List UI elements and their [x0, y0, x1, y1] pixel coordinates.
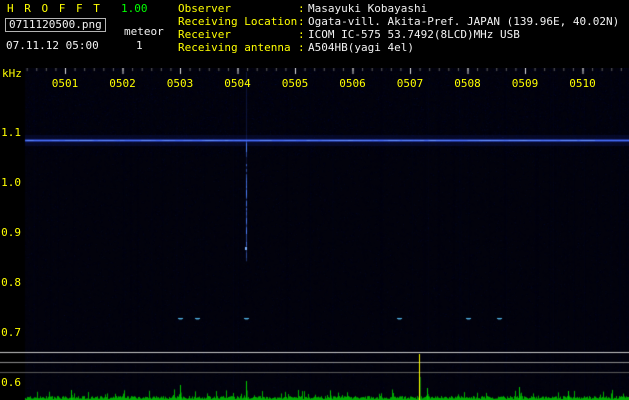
info-value: ICOM IC-575 53.7492(8LCD)MHz USB: [308, 28, 520, 41]
time-tick-label: 0505: [281, 77, 309, 90]
freq-tick-label: 0.7: [1, 326, 21, 339]
freq-tick-label: 0.9: [1, 226, 21, 239]
app-version: 1.00: [121, 2, 148, 15]
output-filename: 0711120500.png: [5, 18, 106, 32]
info-label: Observer: [178, 2, 231, 15]
hrofft-output-window: H R O F F T 1.00 0711120500.png meteor 0…: [0, 0, 629, 400]
info-label: Receiving antenna: [178, 41, 291, 54]
time-tick-label: 0506: [339, 77, 366, 90]
info-separator: :: [298, 15, 305, 28]
info-row-antenna: Receiving antenna: A504HB(yagi 4el): [178, 42, 619, 55]
info-value: Masayuki Kobayashi: [308, 2, 428, 15]
info-separator: :: [298, 28, 305, 41]
mode-label: meteor: [124, 25, 164, 38]
time-tick-label: 0509: [511, 77, 539, 90]
info-value: A504HB(yagi 4el): [308, 41, 414, 54]
time-tick-label: 0504: [224, 77, 251, 90]
freq-unit-label: kHz: [2, 67, 22, 80]
echo-count: 1: [136, 39, 143, 52]
freq-tick-label: 0.8: [1, 276, 21, 289]
freq-tick-label: 1.0: [1, 176, 21, 189]
time-tick-label: 0502: [109, 77, 136, 90]
info-separator: :: [298, 41, 305, 54]
spectrogram-canvas: [0, 68, 629, 400]
time-tick-label: 0510: [569, 77, 596, 90]
freq-tick-label: 0.6: [1, 376, 21, 389]
info-label: Receiving Location: [178, 15, 298, 28]
observation-datetime: 07.11.12 05:00: [6, 39, 99, 52]
time-tick-label: 0508: [454, 77, 481, 90]
time-tick-label: 0507: [396, 77, 424, 90]
time-tick-label: 0503: [166, 77, 194, 90]
info-label: Receiver: [178, 28, 231, 41]
station-info: Observer: Masayuki Kobayashi Receiving Lo…: [178, 3, 619, 55]
time-tick-label: 0501: [51, 77, 79, 90]
info-separator: :: [298, 2, 305, 15]
app-title: H R O F F T: [7, 2, 102, 15]
info-value: Ogata-vill. Akita-Pref. JAPAN (139.96E, …: [308, 15, 620, 28]
freq-tick-label: 1.1: [1, 126, 21, 139]
